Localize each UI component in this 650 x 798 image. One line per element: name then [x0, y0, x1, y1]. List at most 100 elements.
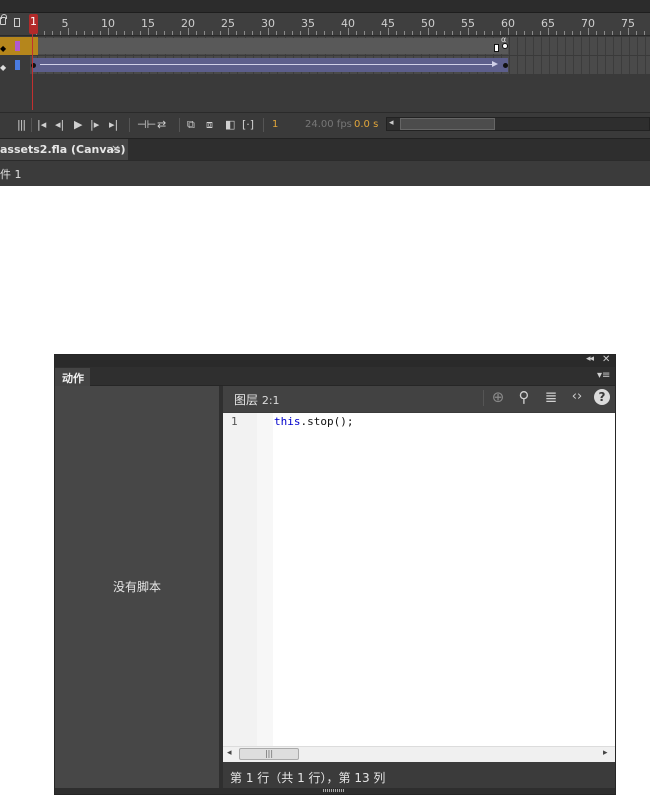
end-frame-icon — [494, 44, 499, 52]
play-icon[interactable]: ▶ — [74, 118, 82, 132]
lock-icon[interactable] — [0, 14, 7, 25]
ruler-tick — [516, 31, 517, 35]
ruler-tick — [252, 31, 253, 35]
find-icon[interactable]: ⚲ — [514, 387, 534, 407]
resize-grip-icon[interactable] — [323, 789, 345, 792]
ruler-tick — [220, 31, 221, 35]
step-forward-icon[interactable]: |▸ — [90, 118, 99, 132]
frame-ruler[interactable]: 5 10 15 20 25 30 35 40 45 50 55 60 65 70… — [0, 13, 650, 36]
script-editor[interactable] — [223, 413, 615, 746]
ruler-tick — [548, 28, 549, 35]
ruler-tick — [124, 31, 125, 35]
separator — [263, 118, 264, 132]
tween-arrow-line — [40, 64, 495, 65]
ruler-tick — [236, 31, 237, 35]
elapsed-time-field[interactable]: 0.0 s — [354, 118, 378, 132]
layer-header-2[interactable]: ◆ — [0, 56, 30, 74]
ruler-tick — [260, 31, 261, 35]
timeline-scroll-thumb[interactable] — [400, 118, 495, 130]
code-keyword: this — [274, 415, 301, 428]
ruler-tick — [476, 31, 477, 35]
action-keyframe-icon — [502, 43, 508, 49]
outline-icon[interactable] — [14, 18, 20, 27]
ruler-tick — [100, 31, 101, 35]
ruler-tick — [492, 31, 493, 35]
format-code-icon[interactable]: ≣ — [541, 387, 561, 407]
close-panel-icon[interactable]: ✕ — [602, 354, 610, 365]
tab-actions-label: 动作 — [62, 372, 84, 385]
no-script-message: 没有脚本 — [112, 580, 161, 594]
actions-panel-title-bar[interactable] — [55, 355, 615, 367]
go-to-first-frame-icon[interactable]: |◂ — [37, 118, 46, 132]
breadcrumb-frame: 2:1 — [261, 394, 280, 407]
ruler-tick — [44, 31, 45, 35]
cursor-position-status: 第 1 行（共 1 行），第 13 列 — [230, 771, 386, 785]
layer-row-1[interactable]: ◆ α — [0, 35, 650, 55]
target-path-icon[interactable]: ⊕ — [488, 387, 508, 407]
ruler-tick — [116, 31, 117, 35]
panel-grip-icon[interactable]: ||| — [17, 118, 26, 132]
ruler-tick — [340, 31, 341, 35]
ruler-tick — [140, 31, 141, 35]
ruler-tick — [580, 31, 581, 35]
panel-menu-icon[interactable]: ▾≡ — [597, 370, 610, 381]
ruler-tick — [276, 31, 277, 35]
ruler-tick — [404, 31, 405, 35]
ruler-tick — [540, 31, 541, 35]
frame-rate-field[interactable]: 24.00 fps — [305, 118, 352, 132]
ruler-tick — [612, 31, 613, 35]
collapse-panel-icon[interactable]: ◂◂ — [586, 354, 594, 364]
ruler-tick — [460, 31, 461, 35]
scene-label[interactable]: 件 1 — [0, 166, 22, 182]
separator — [179, 118, 180, 132]
keyframe-end[interactable] — [503, 63, 508, 68]
ruler-tick — [356, 31, 357, 35]
ruler-tick — [428, 28, 429, 35]
ruler-tick — [204, 31, 205, 35]
loop-icon[interactable]: ⊣⊢ — [137, 118, 156, 132]
scroll-right-icon[interactable]: ▸ — [603, 748, 608, 758]
ruler-tick — [92, 31, 93, 35]
scroll-left-icon[interactable]: ◂ — [389, 118, 394, 128]
ruler-tick — [524, 31, 525, 35]
layer-row-2[interactable]: ◆ — [0, 56, 650, 74]
separator — [31, 118, 32, 132]
ruler-tick — [348, 28, 349, 35]
loop-playback-icon[interactable]: ⇄ — [157, 118, 166, 132]
ruler-tick — [532, 31, 533, 35]
motion-tween-span[interactable] — [32, 58, 508, 72]
scene-bar — [0, 160, 650, 186]
editor-scroll-thumb[interactable]: ||| — [239, 748, 299, 760]
modify-markers-icon[interactable]: [·] — [242, 118, 254, 132]
code-folding-gutter[interactable] — [257, 413, 273, 746]
layer-header-1[interactable]: ◆ — [0, 37, 30, 55]
visible-dot-icon[interactable]: ◆ — [0, 44, 6, 53]
go-to-last-frame-icon[interactable]: ▸| — [109, 118, 118, 132]
ruler-tick — [380, 31, 381, 35]
ruler-tick — [388, 28, 389, 35]
ruler-tick — [212, 31, 213, 35]
ruler-tick — [300, 31, 301, 35]
onion-skin-icon[interactable]: ⧉ — [187, 118, 195, 132]
help-icon[interactable]: ? — [594, 389, 610, 405]
step-back-icon[interactable]: ◂| — [55, 118, 64, 132]
onion-skin-outline-icon[interactable]: ⧈ — [206, 118, 213, 132]
ruler-tick — [468, 28, 469, 35]
breadcrumb-layer: 图层 — [234, 393, 259, 407]
ruler-tick — [620, 31, 621, 35]
code-snippets-icon[interactable]: ‹› — [567, 387, 587, 407]
close-tab-icon[interactable]: × — [111, 142, 120, 155]
ruler-tick — [164, 31, 165, 35]
layer-color-swatch[interactable] — [15, 41, 20, 51]
scroll-left-icon[interactable]: ◂ — [227, 748, 232, 758]
ruler-tick — [364, 31, 365, 35]
visible-dot-icon[interactable]: ◆ — [0, 63, 6, 72]
edit-multiple-frames-icon[interactable]: ◧ — [225, 118, 235, 132]
layer-color-swatch[interactable] — [15, 60, 20, 70]
frame-span[interactable] — [32, 38, 508, 54]
ruler-tick — [156, 31, 157, 35]
ruler-tick — [412, 31, 413, 35]
code-line[interactable]: this.stop(); — [274, 415, 353, 428]
current-frame-field[interactable]: 1 — [272, 118, 278, 132]
ruler-tick — [604, 31, 605, 35]
